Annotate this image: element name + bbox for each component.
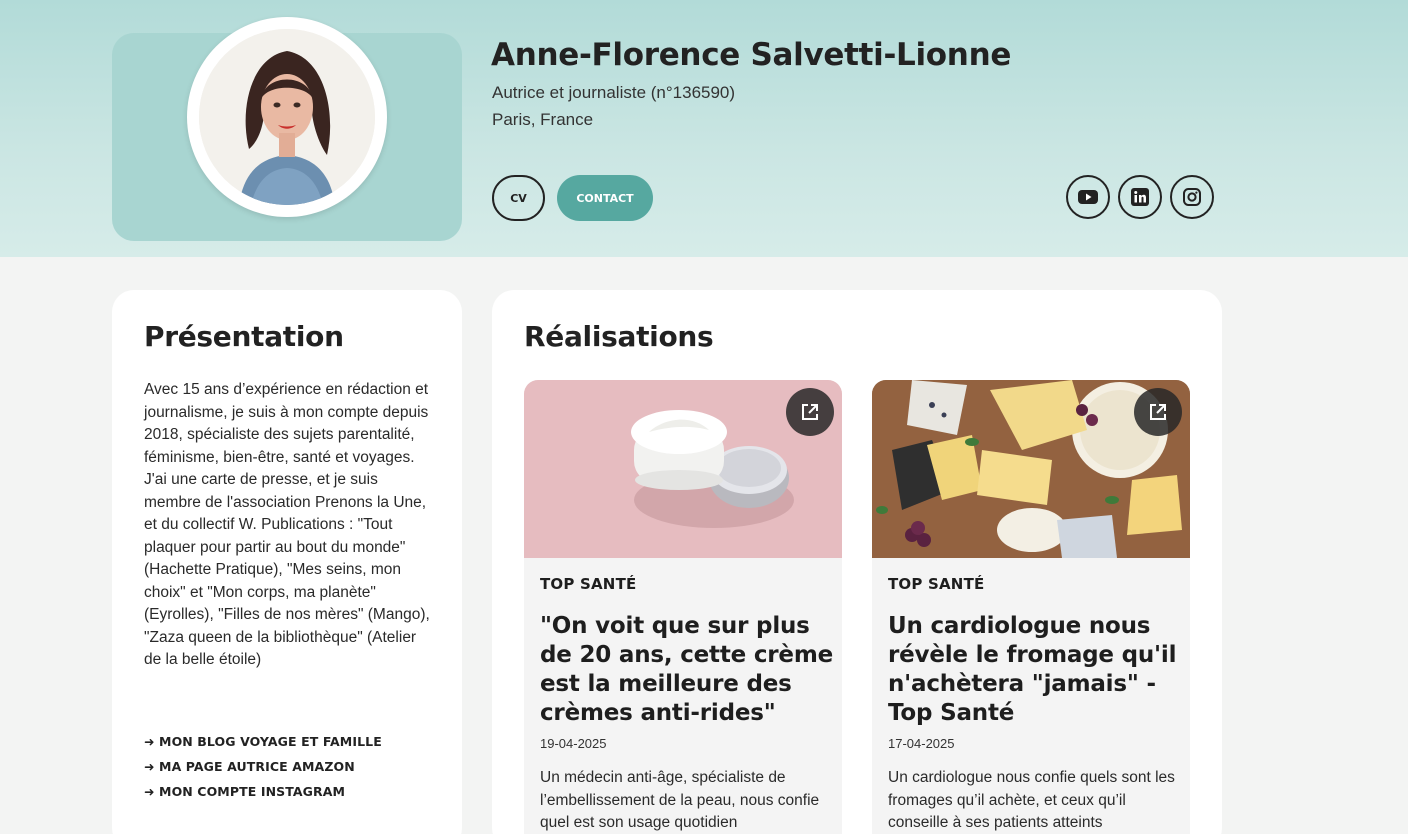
- article-headline[interactable]: "On voit que sur plus de 20 ans, cette c…: [540, 612, 836, 728]
- article-headline[interactable]: Un cardiologue nous révèle le fromage qu…: [888, 612, 1184, 728]
- realisations-title: Réalisations: [524, 320, 714, 353]
- presentation-text: Avec 15 ans d’expérience en rédaction et…: [144, 381, 430, 668]
- avatar-portrait-icon: [199, 29, 375, 205]
- cv-button[interactable]: CV: [492, 175, 545, 221]
- contact-button[interactable]: CONTACT: [557, 175, 653, 221]
- presentation-links: ➜ MON BLOG VOYAGE ET FAMILLE ➜ MA PAGE A…: [144, 733, 444, 808]
- article-publication: TOP SANTÉ: [888, 575, 985, 593]
- article-date: 17-04-2025: [888, 736, 955, 751]
- article-summary: Un médecin anti-âge, spécialiste de l’em…: [540, 769, 820, 831]
- link-instagram[interactable]: ➜ MON COMPTE INSTAGRAM: [144, 783, 444, 808]
- avatar: [199, 29, 375, 205]
- article-thumbnail: [872, 380, 1190, 558]
- open-external-button[interactable]: [1134, 388, 1182, 436]
- article-card[interactable]: TOP SANTÉ "On voit que sur plus de 20 an…: [524, 380, 842, 834]
- article-card[interactable]: TOP SANTÉ Un cardiologue nous révèle le …: [872, 380, 1190, 834]
- instagram-icon: [1183, 188, 1201, 206]
- youtube-button[interactable]: [1066, 175, 1110, 219]
- external-link-icon: [802, 404, 818, 420]
- link-amazon-author[interactable]: ➜ MA PAGE AUTRICE AMAZON: [144, 758, 444, 783]
- link-blog-voyage[interactable]: ➜ MON BLOG VOYAGE ET FAMILLE: [144, 733, 444, 758]
- profile-location: Paris, France: [492, 110, 594, 129]
- profile-name: Anne-Florence Salvetti-Lionne: [491, 37, 1012, 73]
- open-external-button[interactable]: [786, 388, 834, 436]
- article-summary: Un cardiologue nous confie quels sont le…: [888, 769, 1175, 831]
- article-publication: TOP SANTÉ: [540, 575, 637, 593]
- linkedin-icon: [1131, 188, 1149, 206]
- linkedin-button[interactable]: [1118, 175, 1162, 219]
- presentation-title: Présentation: [144, 320, 344, 353]
- youtube-icon: [1078, 190, 1098, 204]
- article-date: 19-04-2025: [540, 736, 607, 751]
- external-link-icon: [1150, 404, 1166, 420]
- instagram-button[interactable]: [1170, 175, 1214, 219]
- profile-subtitle: Autrice et journaliste (n°136590): [492, 83, 736, 102]
- article-thumbnail: [524, 380, 842, 558]
